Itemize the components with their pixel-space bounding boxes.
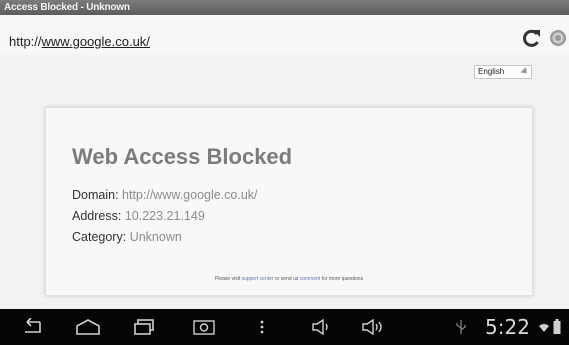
- menu-icon[interactable]: [259, 317, 265, 337]
- url-host: www.google.co.uk/: [41, 34, 150, 49]
- category-row: Category: Unknown: [72, 230, 182, 244]
- address-row: Address: 10.223.21.149: [72, 209, 205, 223]
- status-clock: 5:22: [485, 315, 530, 339]
- domain-row: Domain: http://www.google.co.uk/: [72, 188, 258, 202]
- reload-icon[interactable]: [521, 27, 541, 49]
- usb-icon: [456, 317, 466, 337]
- screenshot-icon[interactable]: [193, 317, 215, 337]
- window-title: Access Blocked - Unknown: [0, 0, 569, 15]
- comment-link[interactable]: comment: [300, 276, 321, 282]
- domain-label: Domain:: [72, 188, 119, 202]
- volume-down-icon[interactable]: [312, 317, 334, 337]
- url-field[interactable]: http://www.google.co.uk/: [9, 34, 150, 49]
- url-prefix: http://: [9, 34, 42, 49]
- battery-icon: [553, 317, 561, 337]
- recent-apps-icon[interactable]: [134, 317, 154, 337]
- page-title: Web Access Blocked: [72, 144, 293, 169]
- category-label: Category:: [72, 230, 127, 244]
- language-select[interactable]: English: [474, 65, 532, 79]
- footer-mid: or send us: [274, 276, 299, 282]
- address-label: Address:: [72, 209, 122, 223]
- footer-prefix: Please visit: [214, 276, 241, 282]
- blocked-card: Web Access Blocked Domain: http://www.go…: [45, 107, 533, 296]
- system-navbar: 5:22: [0, 309, 569, 345]
- volume-up-icon[interactable]: [362, 317, 386, 337]
- home-icon[interactable]: [76, 317, 100, 337]
- address-bar: http://www.google.co.uk/: [0, 15, 569, 55]
- language-selected: English: [478, 67, 505, 76]
- back-icon[interactable]: [21, 317, 43, 337]
- category-value: Unknown: [129, 230, 182, 244]
- domain-value: http://www.google.co.uk/: [122, 188, 258, 202]
- address-value: 10.223.21.149: [124, 209, 205, 223]
- wifi-icon: [538, 317, 550, 337]
- footer-note: Please visit support center or send us c…: [46, 276, 532, 282]
- settings-gear-icon[interactable]: [548, 27, 568, 49]
- footer-suffix: for more questions: [321, 276, 364, 282]
- dropdown-caret-icon: [520, 66, 530, 77]
- support-center-link[interactable]: support center: [242, 276, 274, 282]
